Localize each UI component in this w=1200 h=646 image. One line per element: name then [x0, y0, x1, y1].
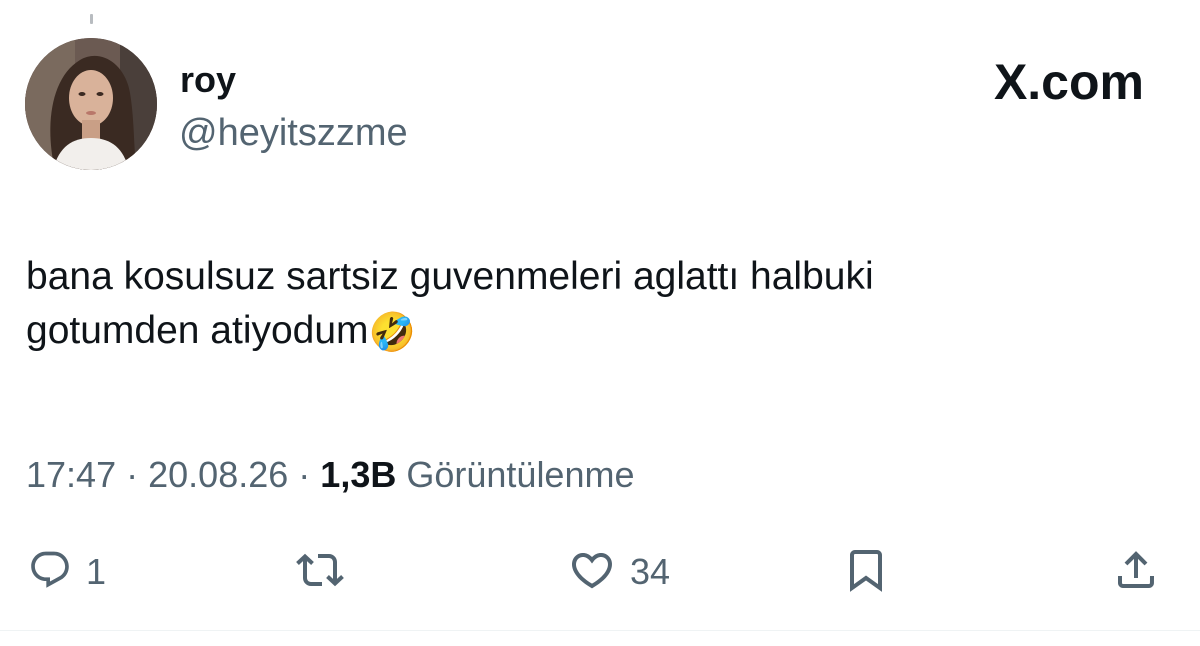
reply-button[interactable]: 1 [28, 540, 106, 604]
x-logo: X.com [994, 52, 1144, 112]
meta-separator: · [126, 454, 139, 495]
divider [0, 630, 1200, 631]
meta-separator: · [298, 454, 311, 495]
brand-text: X.com [993, 54, 1144, 110]
tweet-date[interactable]: 20.08.26 [148, 454, 288, 495]
tweet-card: roy @heyitszzme X.com bana kosulsuz sart… [0, 0, 1200, 646]
retweet-button[interactable] [296, 540, 344, 604]
share-button[interactable] [1112, 540, 1160, 604]
rolling-laughing-emoji-icon: 🤣 [368, 312, 416, 354]
avatar[interactable] [25, 38, 157, 170]
share-icon [1112, 546, 1160, 599]
tweet-text-line-1: bana kosulsuz sartsiz guvenmeleri aglatt… [26, 255, 874, 298]
tweet-meta: 17:47 · 20.08.26 · 1,3B Görüntülenme [26, 452, 635, 498]
views-count: 1,3B [320, 454, 397, 495]
retweet-icon [296, 546, 344, 599]
top-edge-mark [90, 14, 93, 24]
like-button[interactable]: 34 [568, 540, 670, 604]
tweet-time[interactable]: 17:47 [26, 454, 116, 495]
like-icon [568, 546, 616, 599]
display-name[interactable]: roy [180, 58, 236, 102]
like-count: 34 [630, 551, 671, 592]
reply-icon [28, 548, 72, 597]
action-bar: 1 34 [0, 540, 1200, 604]
bookmark-button[interactable] [842, 540, 890, 604]
tweet-text-line-2: gotumden atiyodum🤣 [26, 304, 1166, 358]
bookmark-icon [842, 546, 890, 599]
user-handle[interactable]: @heyitszzme [179, 110, 408, 156]
tweet-text: bana kosulsuz sartsiz guvenmeleri aglatt… [26, 250, 1166, 358]
reply-count: 1 [86, 551, 107, 592]
views-label: Görüntülenme [406, 454, 635, 495]
tweet-text-line-2-text: gotumden atiyodum [26, 309, 369, 352]
